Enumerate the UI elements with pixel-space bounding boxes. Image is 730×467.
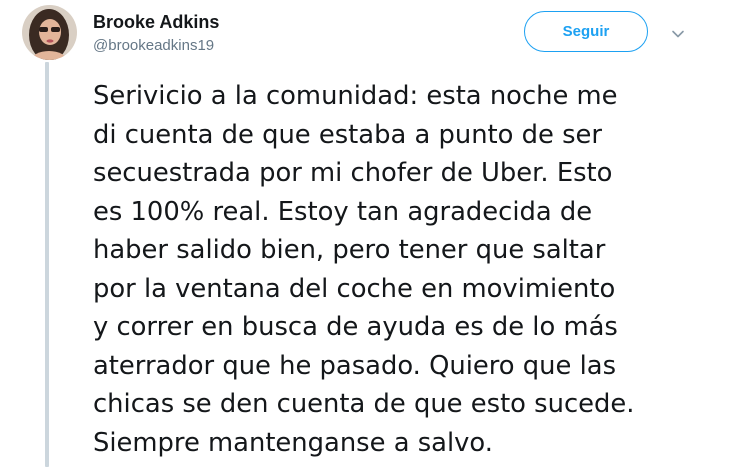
more-options-button[interactable]: [670, 26, 686, 42]
tweet-text: Serivicio a la comunidad: esta noche me …: [93, 81, 635, 458]
chevron-down-icon: [672, 30, 684, 38]
thread-line: [45, 62, 49, 467]
user-avatar-photo-icon: [22, 5, 77, 60]
avatar[interactable]: [22, 5, 77, 60]
user-handle[interactable]: @brookeadkins19: [93, 36, 214, 56]
display-name[interactable]: Brooke Adkins: [93, 11, 219, 33]
follow-button[interactable]: Seguir: [524, 11, 648, 52]
